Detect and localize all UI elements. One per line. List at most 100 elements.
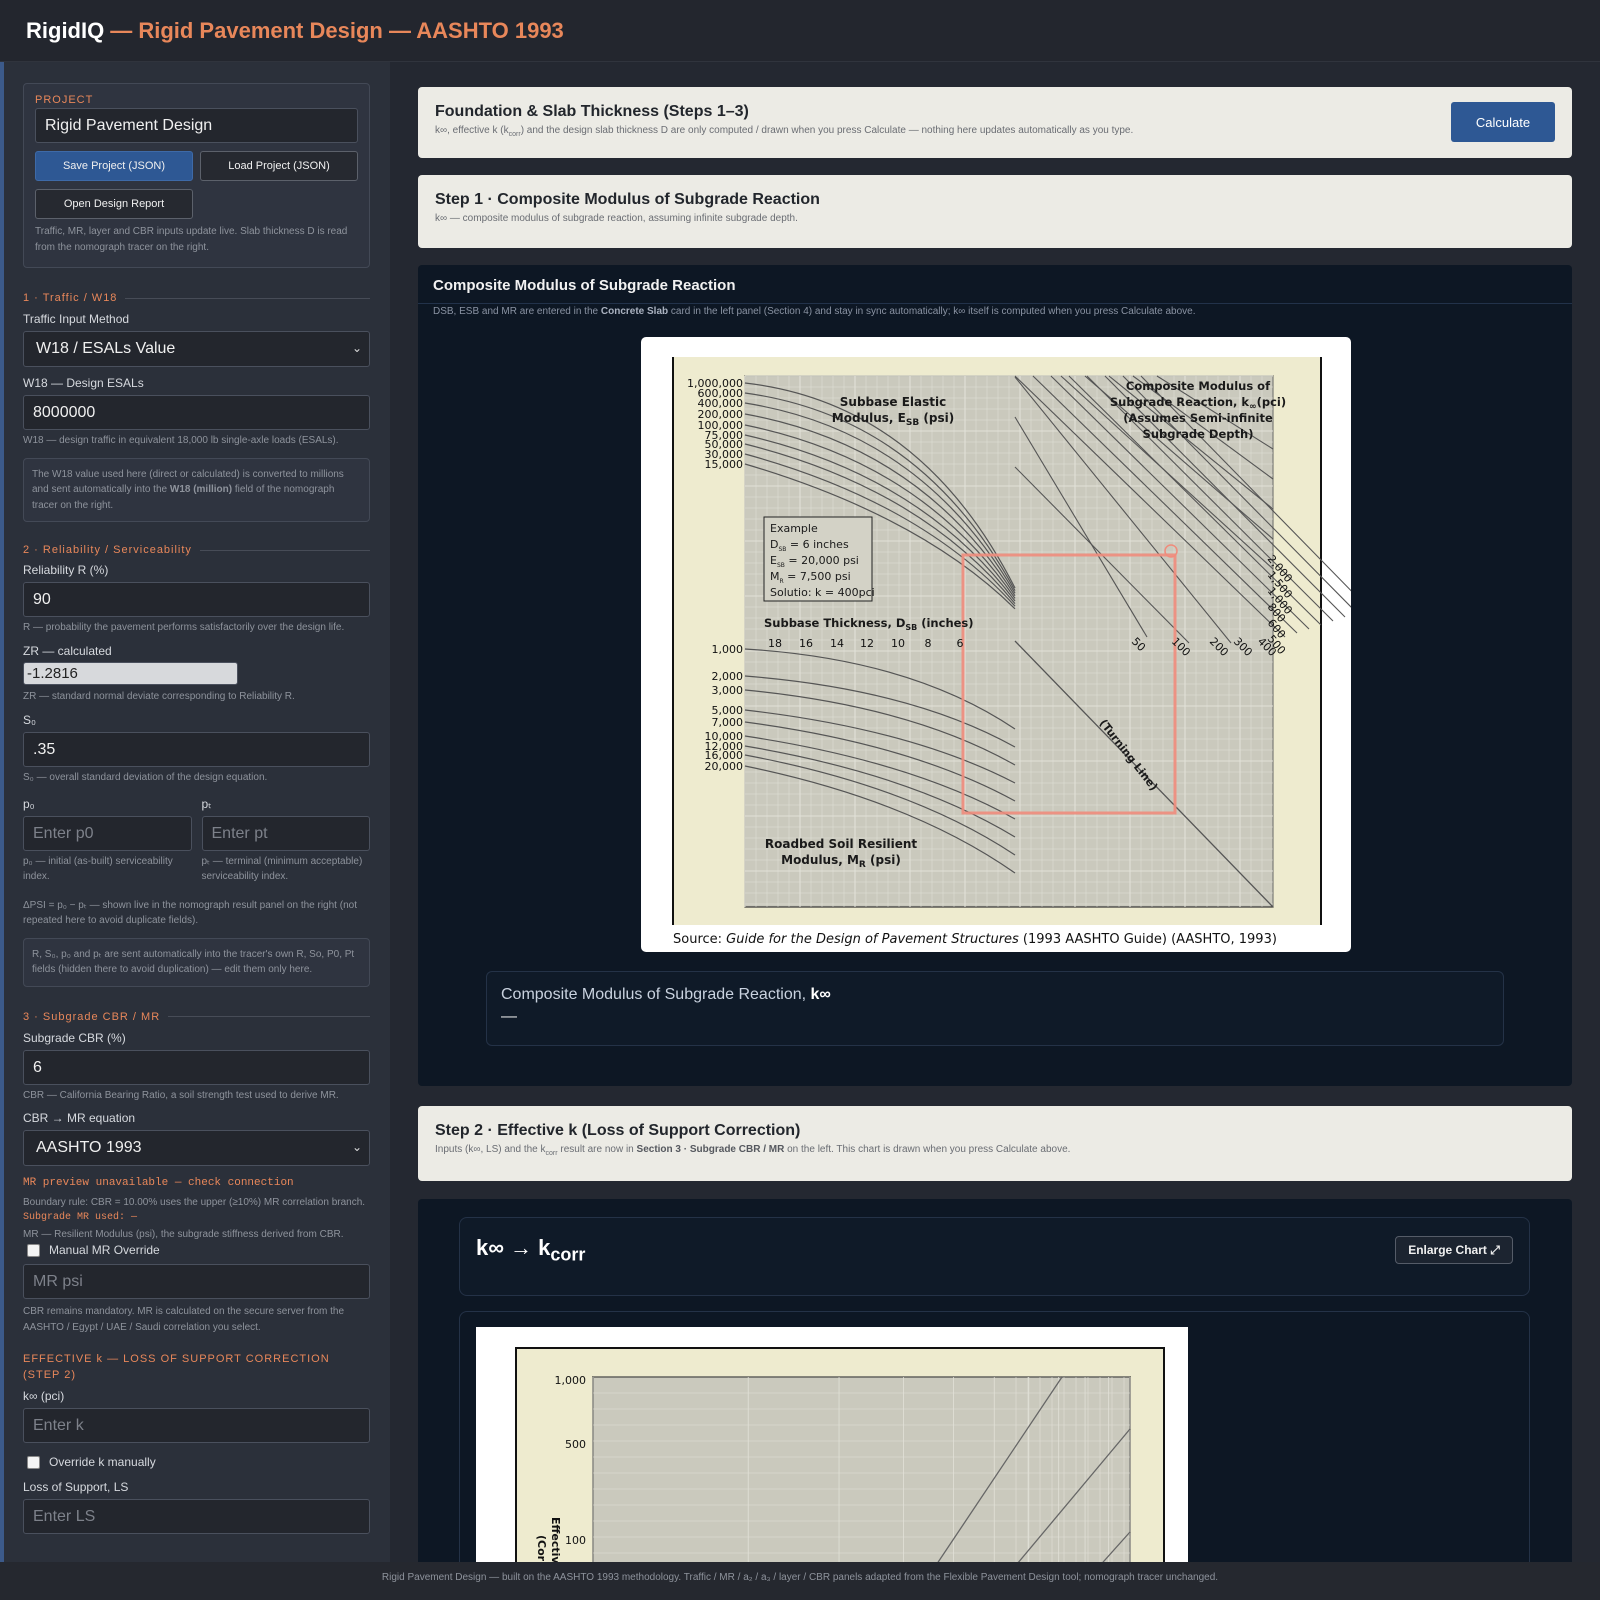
load-project-button[interactable]: Load Project (JSON) — [200, 151, 358, 181]
traffic-section-title: 1 · Traffic / W18 — [23, 292, 370, 304]
dsb-tick-label: 14 — [830, 637, 844, 650]
app-brand: RigidIQ — [26, 17, 105, 43]
reliability-help: R — probability the pavement performs sa… — [23, 622, 345, 633]
step2-title: Step 2 · Effective k (Loss of Support Co… — [435, 1122, 801, 1139]
project-card: PROJECT Rigid Pavement Design Save Proje… — [23, 83, 370, 268]
reliability-section-title: 2 · Reliability / Serviceability — [23, 544, 370, 556]
w18-note: The W18 value used here (direct or calcu… — [23, 457, 370, 522]
k-inf-result-box: Composite Modulus of Subgrade Reaction, … — [486, 971, 1504, 1046]
dsb-tick-label: 18 — [768, 637, 782, 650]
app-header: RigidIQ — Rigid Pavement Design — AASHTO… — [0, 0, 1600, 62]
so-help: S₀ — overall standard deviation of the d… — [23, 772, 268, 783]
project-label: PROJECT — [35, 94, 94, 106]
mr-tick-label: 7,000 — [712, 716, 744, 729]
p0-label: p₀ — [23, 796, 35, 811]
calculate-button[interactable]: Calculate — [1451, 102, 1555, 142]
kcorr-y-tick-label: 1,000 — [555, 1374, 587, 1387]
kcorr-chart[interactable]: 1,000500100 Effectiv (Corr — [476, 1327, 1188, 1579]
dsb-tick-label: 10 — [891, 637, 905, 650]
mr-tick-label: 1,000 — [712, 643, 744, 656]
step1-title: Step 1 · Composite Modulus of Subgrade R… — [435, 191, 820, 208]
example-title: Example — [770, 522, 818, 535]
dsb-tick-label: 8 — [925, 637, 932, 650]
reliability-input[interactable]: 90 — [23, 582, 370, 617]
composite-panel-title: Composite Modulus of Subgrade Reaction — [433, 277, 736, 294]
k-title-line1: Composite Modulus of — [1126, 379, 1271, 393]
save-project-button[interactable]: Save Project (JSON) — [35, 151, 193, 181]
cbr-input[interactable]: 6 — [23, 1049, 370, 1085]
foundation-card: Foundation & Slab Thickness (Steps 1–3) … — [418, 87, 1572, 158]
sidebar[interactable]: PROJECT Rigid Pavement Design Save Proje… — [0, 62, 390, 1562]
zr-label: ZR — calculated — [23, 643, 112, 658]
enlarge-chart-button[interactable]: Enlarge Chart ⤢ — [1395, 1236, 1513, 1264]
loss-of-support-input[interactable]: Enter LS — [23, 1499, 370, 1534]
cbr-help: CBR — California Bearing Ratio, a soil s… — [23, 1089, 339, 1101]
kcorr-chart-card: 1,000 500 100 Effectiv (Corr — [459, 1311, 1530, 1579]
so-input[interactable]: .35 — [23, 732, 370, 767]
traffic-method-select[interactable]: W18 / ESALs Value ⌄ — [23, 331, 370, 367]
composite-modulus-panel: Composite Modulus of Subgrade Reaction D… — [418, 265, 1572, 1086]
override-k-checkbox[interactable]: Override k manually — [23, 1455, 370, 1469]
mr-preview-status: MR preview unavailable — check connectio… — [23, 1177, 294, 1189]
project-name-input[interactable]: Rigid Pavement Design — [35, 108, 358, 143]
esb-tick-label: 15,000 — [705, 458, 744, 471]
chevron-down-icon: ⌄ — [351, 341, 362, 355]
dsb-tick-label: 12 — [860, 637, 874, 650]
foundation-desc: k∞, effective k (kcorr) and the design s… — [435, 125, 1134, 138]
nomograph-figure[interactable]: 1,000,000 600,000 400,000 200,000 100,000 75,… — [641, 337, 1370, 952]
example-solution: Solutio: k = 400pci — [770, 586, 875, 599]
mr-equation-label: CBR → MR equation — [23, 1111, 136, 1125]
w18-input[interactable]: 8000000 — [23, 395, 370, 430]
composite-k-nomograph[interactable]: 1,000,000600,000400,000200,000100,00075,… — [641, 337, 1370, 952]
kcorr-plot-area — [592, 1376, 1131, 1579]
k-inf-input[interactable]: Enter k — [23, 1408, 370, 1443]
mr-help: MR — Resilient Modulus (psi), the subgra… — [23, 1228, 344, 1240]
composite-panel-desc: DSB, ESB and MR are entered in the Concr… — [433, 306, 1196, 317]
dsb-title: Subbase Thickness, DSB (inches) — [764, 616, 974, 632]
p0-input[interactable]: Enter p0 — [23, 815, 192, 851]
kcorr-y-tick-label: 500 — [565, 1438, 586, 1451]
k-inf-result-value: — — [501, 1008, 517, 1025]
dsb-tick-label: 16 — [799, 637, 813, 650]
so-label: S₀ — [23, 713, 36, 727]
pt-label: pₜ — [201, 796, 212, 811]
manual-mr-override-checkbox[interactable]: Manual MR Override — [23, 1243, 370, 1257]
step2-desc: Inputs (k∞, LS) and the kcorr result are… — [435, 1144, 1071, 1157]
zr-help: ZR — standard normal deviate correspondi… — [23, 690, 295, 702]
kcorr-y-tick-label: 100 — [565, 1534, 586, 1547]
k-title-line3: (Assumes Semi-infinite — [1123, 411, 1273, 425]
esb-title-line1: Subbase Elastic — [840, 395, 946, 409]
traffic-method-label: Traffic Input Method — [23, 312, 130, 326]
step1-card: Step 1 · Composite Modulus of Subgrade R… — [418, 175, 1572, 248]
p0-help: p₀ — initial (as-built) serviceability i… — [23, 855, 173, 883]
app-subtitle: — Rigid Pavement Design — AASHTO 1993 — [110, 17, 564, 43]
chevron-down-icon: ⌄ — [351, 1140, 362, 1154]
open-report-button[interactable]: Open Design Report — [35, 189, 193, 219]
mr-tick-label: 3,000 — [712, 684, 744, 697]
kcorr-title: k∞ → kcorr — [476, 1235, 586, 1265]
kcorr-header-card: k∞ → kcorr Enlarge Chart ⤢ — [459, 1217, 1530, 1296]
checkbox-icon — [27, 1455, 40, 1469]
step1-desc: k∞ — composite modulus of subgrade react… — [435, 213, 798, 224]
mr-used-value: Subgrade MR used: — — [23, 1211, 138, 1223]
mr-server-help: CBR remains mandatory. MR is calculated … — [23, 1306, 345, 1333]
kcorr-ylabel-1: Effectiv — [549, 1517, 562, 1564]
footer: Rigid Pavement Design — built on the AAS… — [0, 1562, 1600, 1600]
subgrade-section-title: 3 · Subgrade CBR / MR — [23, 1011, 370, 1023]
effective-k-section-title: EFFECTIVE k — LOSS OF SUPPORT CORRECTION… — [23, 1353, 330, 1381]
step2-card: Step 2 · Effective k (Loss of Support Co… — [418, 1106, 1572, 1181]
dpsi-help: ΔPSI = p₀ − pₜ — shown live in the nomog… — [23, 899, 357, 927]
tracer-sync-note: R, S₀, p₀ and pₜ are sent automatically … — [23, 937, 370, 987]
project-help: Traffic, MR, layer and CBR inputs update… — [35, 226, 348, 253]
mr-psi-input[interactable]: MR psi — [23, 1264, 370, 1299]
pt-help: pₜ — terminal (minimum acceptable) servi… — [201, 855, 363, 883]
mr-equation-select[interactable]: AASHTO 1993 ⌄ — [23, 1130, 370, 1166]
mr-tick-label: 2,000 — [712, 670, 744, 683]
zr-field: -1.2816 — [23, 661, 238, 685]
kcorr-chart-figure[interactable]: 1,000 500 100 Effectiv (Corr — [476, 1327, 1188, 1579]
cbr-label: Subgrade CBR (%) — [23, 1030, 126, 1045]
w18-help: W18 — design traffic in equivalent 18,00… — [23, 435, 339, 446]
mr-tick-label: 20,000 — [705, 760, 744, 773]
pt-input[interactable]: Enter pt — [201, 815, 370, 851]
k-inf-label: k∞ (pci) — [23, 1389, 65, 1403]
